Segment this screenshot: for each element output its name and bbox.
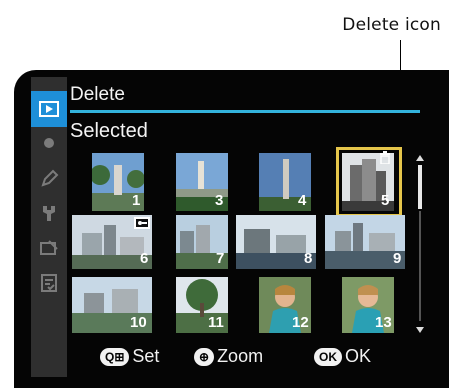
thumbnail-number: 3 [215,192,224,209]
tab-shooting[interactable] [31,125,67,161]
camera-icon [44,138,54,148]
thumbnail-number: 8 [304,250,313,267]
thumbnail-number: 10 [130,314,147,331]
set-hint: Q⊞ Set [100,346,159,367]
thumbnail-4[interactable]: 4 [259,153,311,211]
tab-recent-settings[interactable] [31,265,67,301]
scroll-up-arrow-icon [416,155,424,161]
thumbnail-12[interactable]: 12 [259,277,311,333]
pencil-icon [41,169,59,187]
thumbnail-number: 6 [140,250,149,267]
tab-custom-settings[interactable] [31,161,67,197]
thumbnail-7[interactable]: 7 [176,215,228,269]
menu-sidebar [31,77,67,377]
thumbnail-11[interactable]: 11 [176,277,228,333]
ok-label: OK [345,346,372,366]
thumbnail-13[interactable]: 13 [342,277,394,333]
zoom-out-thumbnail-button-icon: Q⊞ [100,347,130,366]
selection-cursor [336,147,402,217]
thumbnail-grid: 1 3 4 5 6 7 8 9 10 11 12 13 [72,147,417,334]
zoom-label: Zoom [217,346,264,366]
tab-setup[interactable] [31,195,67,231]
menu-subtitle: Selected [70,120,148,142]
scrollbar[interactable] [414,155,426,335]
title-divider [70,110,420,113]
thumbnail-9[interactable]: 9 [325,215,405,269]
thumbnail-number: 12 [292,314,309,331]
zoom-in-button-icon: ⊕ [194,347,215,366]
thumbnail-1[interactable]: 1 [92,153,144,211]
scroll-thumb[interactable] [418,165,422,209]
thumbnail-number: 7 [216,250,225,267]
thumbnail-number: 9 [393,250,402,267]
recent-settings-icon [41,274,57,292]
thumbnail-number: 4 [298,192,307,209]
tab-retouch[interactable] [31,230,67,266]
retouch-icon [40,240,58,255]
tab-playback[interactable] [31,91,67,127]
delete-icon [380,151,390,164]
button-guide-bar: Q⊞ Set ⊕ Zoom OK OK [14,340,449,380]
thumbnail-10[interactable]: 10 [72,277,152,333]
thumbnail-6[interactable]: 6 [72,215,152,269]
scroll-down-arrow-icon [416,327,424,333]
thumbnail-number: 1 [132,192,141,209]
ok-button-icon: OK [314,347,342,366]
protect-icon [134,217,150,229]
playback-icon [39,101,59,117]
set-label: Set [132,346,160,366]
zoom-hint: ⊕ Zoom [194,346,263,367]
annotation-label: Delete icon [342,15,441,35]
thumbnail-number: 11 [208,314,224,331]
ok-hint: OK OK [314,346,371,367]
camera-screen: Delete Selected 1 3 4 5 6 7 8 9 10 11 12… [14,70,449,388]
menu-title: Delete [70,84,125,105]
wrench-icon [43,206,55,221]
thumbnail-number: 13 [375,314,392,331]
thumbnail-8[interactable]: 8 [236,215,316,269]
thumbnail-3[interactable]: 3 [176,153,228,211]
